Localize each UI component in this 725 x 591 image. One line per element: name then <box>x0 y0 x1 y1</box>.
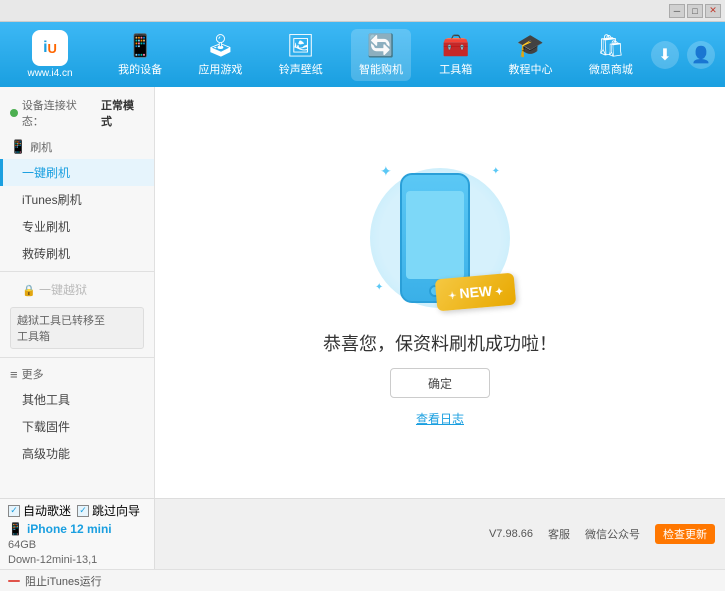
status-dot <box>10 109 18 117</box>
logo[interactable]: iU www.i4.cn <box>10 30 90 79</box>
phone-screen <box>406 191 464 279</box>
title-bar: ─ □ ✕ <box>0 0 725 22</box>
sidebar-item-other-tools[interactable]: 其他工具 <box>0 386 154 413</box>
sidebar-item-jailbreak-disabled: 🔒 一键越狱 <box>0 276 154 303</box>
checkbox-group: ✓ 自动歌迷 ✓ 跳过向导 <box>8 502 146 519</box>
bottom-section: ✓ 自动歌迷 ✓ 跳过向导 📱 iPhone 12 mini 64GB Down… <box>0 498 725 591</box>
smart-shop-icon: 🔄 <box>367 33 394 59</box>
sidebar-divider-1 <box>0 271 154 272</box>
itunes-label: 阻止iTunes运行 <box>25 573 102 589</box>
header-right: ⬇ 👤 <box>651 41 715 69</box>
sparkle-2: ✦ <box>492 166 500 177</box>
skip-guide-check[interactable]: ✓ 跳过向导 <box>77 502 140 519</box>
sidebar-divider-2 <box>0 357 154 358</box>
sparkle-3: ✦ <box>375 282 383 293</box>
sidebar-item-download-firmware[interactable]: 下载固件 <box>0 413 154 440</box>
sidebar-notice-jailbreak: 越狱工具已转移至 工具箱 <box>10 307 144 349</box>
device-icon: 📱 <box>8 522 23 536</box>
download-button[interactable]: ⬇ <box>651 41 679 69</box>
nav-ringtones[interactable]: 🖼 铃声壁纸 <box>271 29 331 81</box>
wechat-public-link[interactable]: 微信公众号 <box>585 526 640 542</box>
status-mode: 正常模式 <box>101 97 144 129</box>
device-model: Down-12mini-13,1 <box>8 554 146 566</box>
itunes-bar: 阻止iTunes运行 <box>0 569 725 591</box>
phone-container: ✦ ✦ ✦ NEW <box>375 158 505 318</box>
bottom-bar-wrapper: ✓ 自动歌迷 ✓ 跳过向导 📱 iPhone 12 mini 64GB Down… <box>0 499 725 569</box>
sparkle-1: ✦ <box>380 163 392 180</box>
device-name: iPhone 12 mini <box>27 522 112 536</box>
bottom-center <box>155 499 479 569</box>
check-update-button[interactable]: 检查更新 <box>655 524 715 544</box>
auto-dismiss-check[interactable]: ✓ 自动歌迷 <box>8 502 71 519</box>
customer-service-link[interactable]: 客服 <box>548 526 570 542</box>
nav-my-device[interactable]: 📱 我的设备 <box>110 29 170 81</box>
nav-smart-shop[interactable]: 🔄 智能购机 <box>351 29 411 81</box>
app-games-icon: 🕹 <box>206 33 234 59</box>
header: iU www.i4.cn 📱 我的设备 🕹 应用游戏 🖼 铃声壁纸 🔄 智能购机… <box>0 22 725 87</box>
flash-section-icon: 📱 <box>10 139 26 155</box>
stop-itunes-button[interactable] <box>8 580 20 582</box>
logo-url: www.i4.cn <box>27 68 72 79</box>
new-badge: NEW <box>434 273 516 312</box>
content-area: ✦ ✦ ✦ NEW 恭喜您，保资料刷机成功啦！ 确定 查看日志 <box>155 87 725 498</box>
sidebar: 设备连接状态： 正常模式 📱 刷机 一键刷机 iTunes刷机 专业刷机 救砖刷… <box>0 87 155 498</box>
user-button[interactable]: 👤 <box>687 41 715 69</box>
blog-link[interactable]: 查看日志 <box>416 410 464 427</box>
sidebar-item-one-key-flash[interactable]: 一键刷机 <box>0 159 154 186</box>
close-button[interactable]: ✕ <box>705 4 721 18</box>
maximize-button[interactable]: □ <box>687 4 703 18</box>
toolbox-icon: 🧰 <box>442 33 469 59</box>
skip-guide-checkbox[interactable]: ✓ <box>77 505 89 517</box>
device-status: 设备连接状态： 正常模式 <box>0 93 154 135</box>
nav-wechat-mall[interactable]: 🛍 微思商城 <box>581 29 641 81</box>
device-storage: 64GB <box>8 539 146 551</box>
success-illustration: ✦ ✦ ✦ NEW 恭喜您，保资料刷机成功啦！ 确定 查看日志 <box>323 158 557 427</box>
tutorial-icon: 🎓 <box>517 33 544 59</box>
nav-app-games[interactable]: 🕹 应用游戏 <box>190 29 250 81</box>
main-area: 设备连接状态： 正常模式 📱 刷机 一键刷机 iTunes刷机 专业刷机 救砖刷… <box>0 87 725 498</box>
confirm-button[interactable]: 确定 <box>390 368 490 398</box>
success-title: 恭喜您，保资料刷机成功啦！ <box>323 330 557 356</box>
sidebar-item-advanced[interactable]: 高级功能 <box>0 440 154 467</box>
version-label: V7.98.66 <box>489 528 533 540</box>
sidebar-item-battery-flash[interactable]: 救砖刷机 <box>0 240 154 267</box>
my-device-icon: 📱 <box>126 33 153 59</box>
more-section-header: ≡ 更多 <box>0 362 154 386</box>
flash-section-header: 📱 刷机 <box>0 135 154 159</box>
logo-icon: iU <box>32 30 68 66</box>
device-row: 📱 iPhone 12 mini <box>8 522 146 536</box>
nav-bar: 📱 我的设备 🕹 应用游戏 🖼 铃声壁纸 🔄 智能购机 🧰 工具箱 🎓 教程中心… <box>100 29 651 81</box>
more-section-icon: ≡ <box>10 367 18 382</box>
sidebar-item-itunes-flash[interactable]: iTunes刷机 <box>0 186 154 213</box>
nav-toolbox[interactable]: 🧰 工具箱 <box>431 29 480 81</box>
bottom-right: V7.98.66 客服 微信公众号 检查更新 <box>479 499 725 569</box>
minimize-button[interactable]: ─ <box>669 4 685 18</box>
device-info-section: ✓ 自动歌迷 ✓ 跳过向导 📱 iPhone 12 mini 64GB Down… <box>0 499 155 569</box>
auto-dismiss-checkbox[interactable]: ✓ <box>8 505 20 517</box>
nav-tutorial[interactable]: 🎓 教程中心 <box>501 29 561 81</box>
sidebar-item-pro-flash[interactable]: 专业刷机 <box>0 213 154 240</box>
ringtones-icon: 🖼 <box>287 33 315 59</box>
wechat-mall-icon: 🛍 <box>597 33 625 59</box>
